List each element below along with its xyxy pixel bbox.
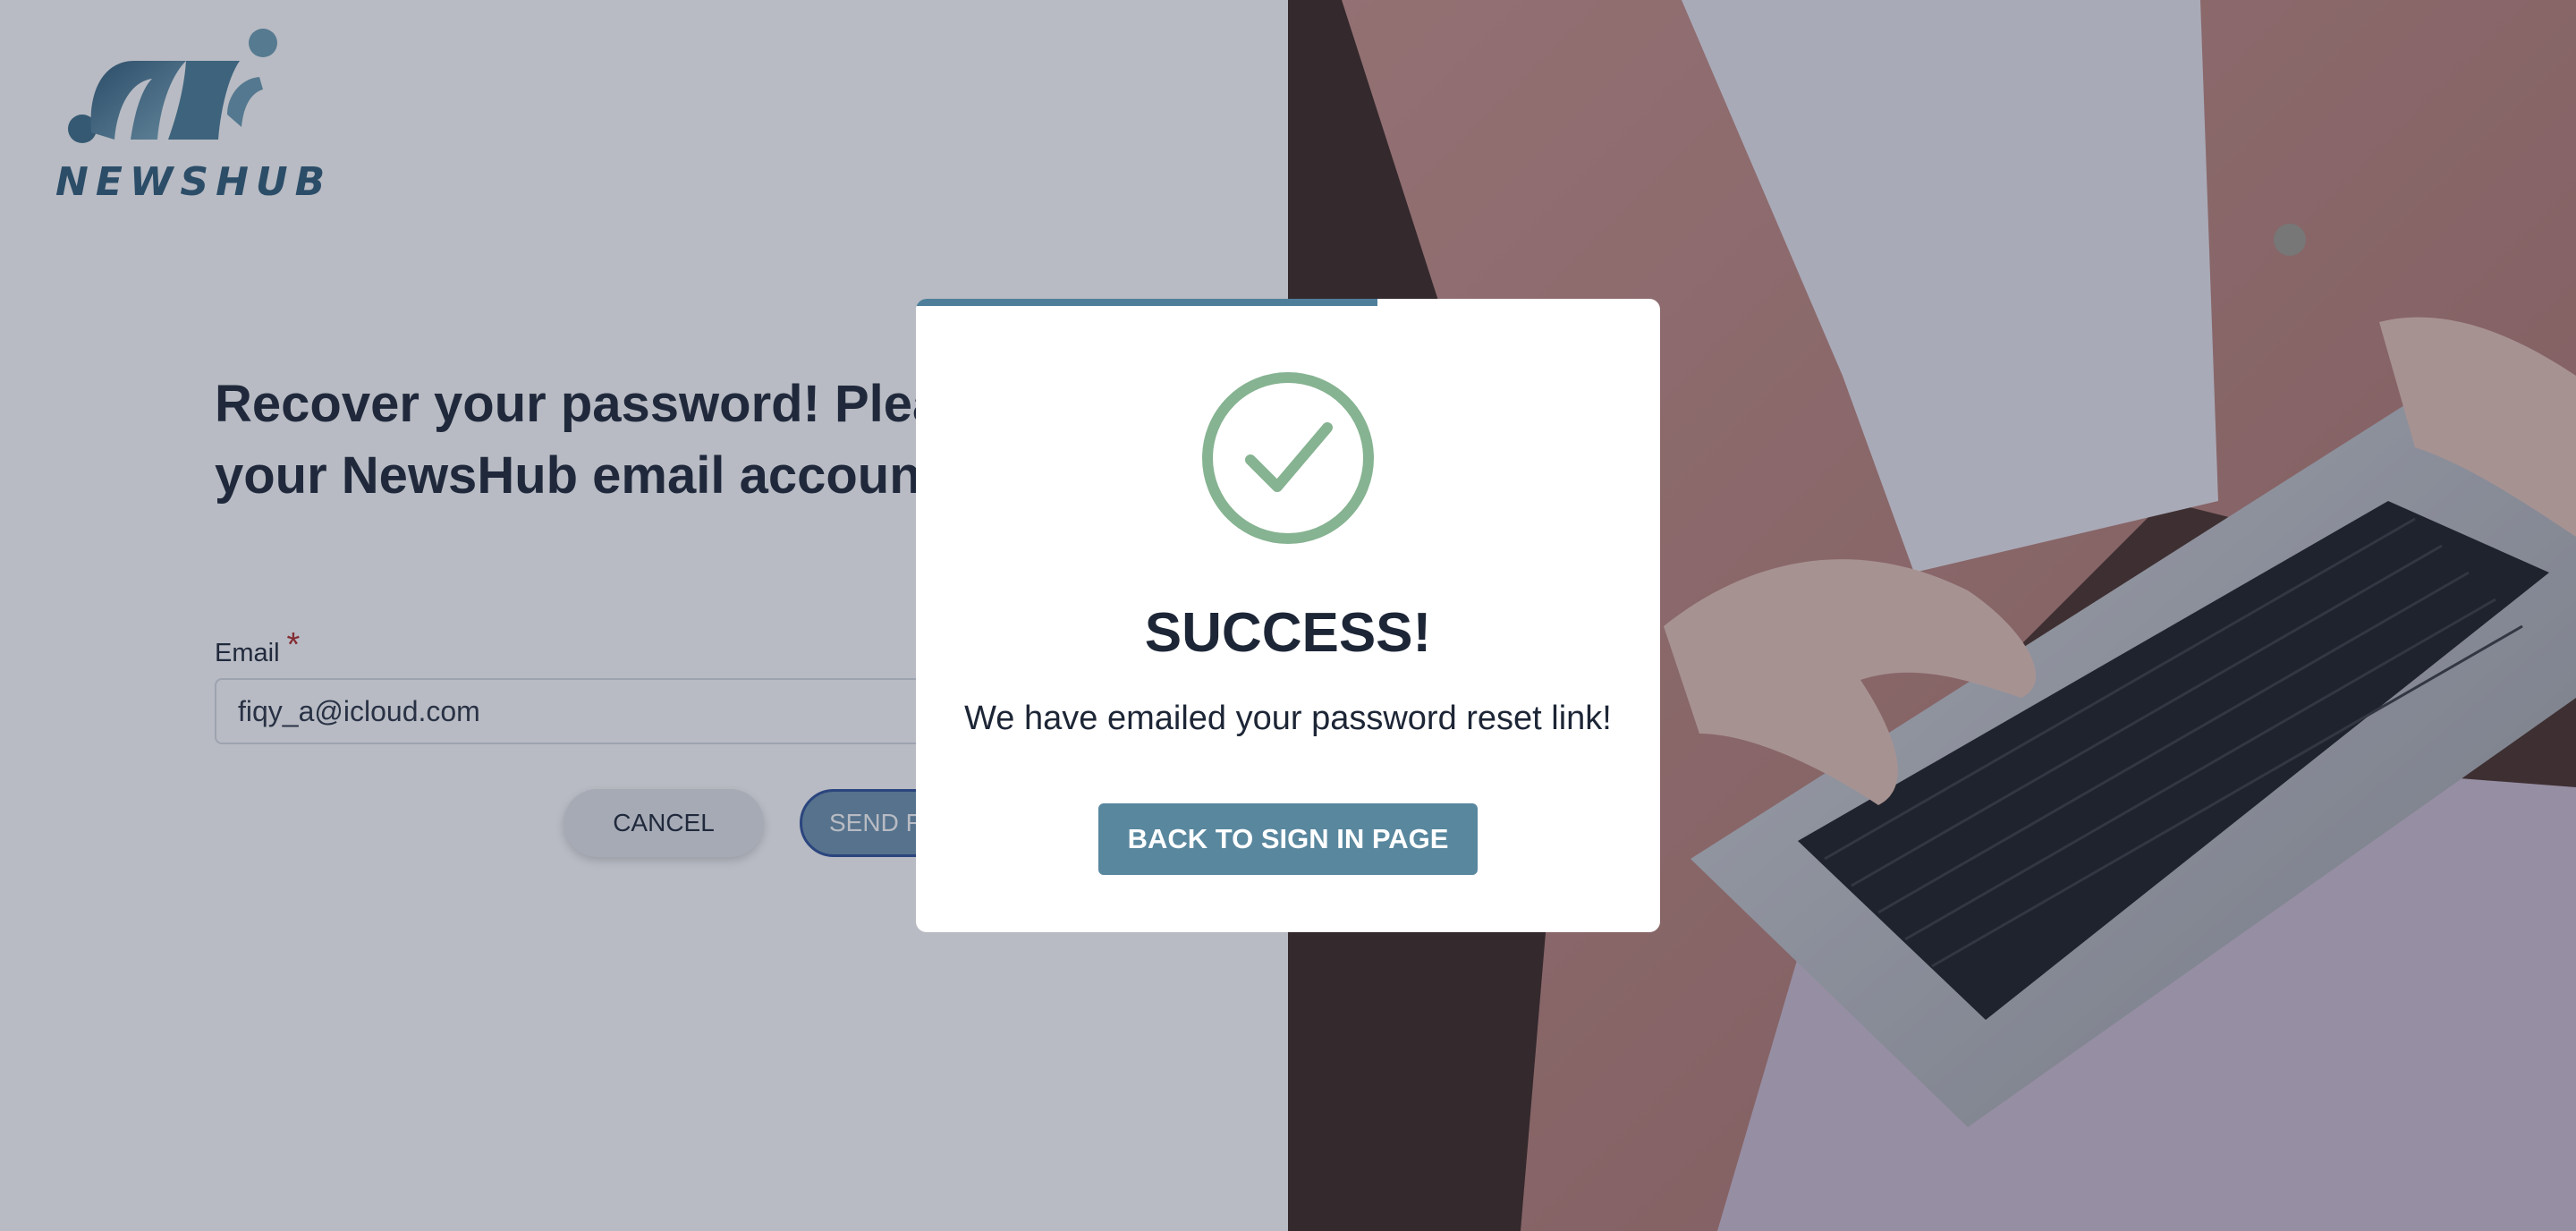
success-message: We have emailed your password reset link…	[964, 700, 1612, 737]
check-circle-icon	[1199, 369, 1377, 548]
success-title: SUCCESS!	[1144, 602, 1432, 664]
back-to-sign-in-button[interactable]: BACK TO SIGN IN PAGE	[1098, 803, 1478, 875]
modal-timer-progress	[916, 299, 1377, 306]
success-modal: SUCCESS! We have emailed your password r…	[916, 299, 1660, 932]
